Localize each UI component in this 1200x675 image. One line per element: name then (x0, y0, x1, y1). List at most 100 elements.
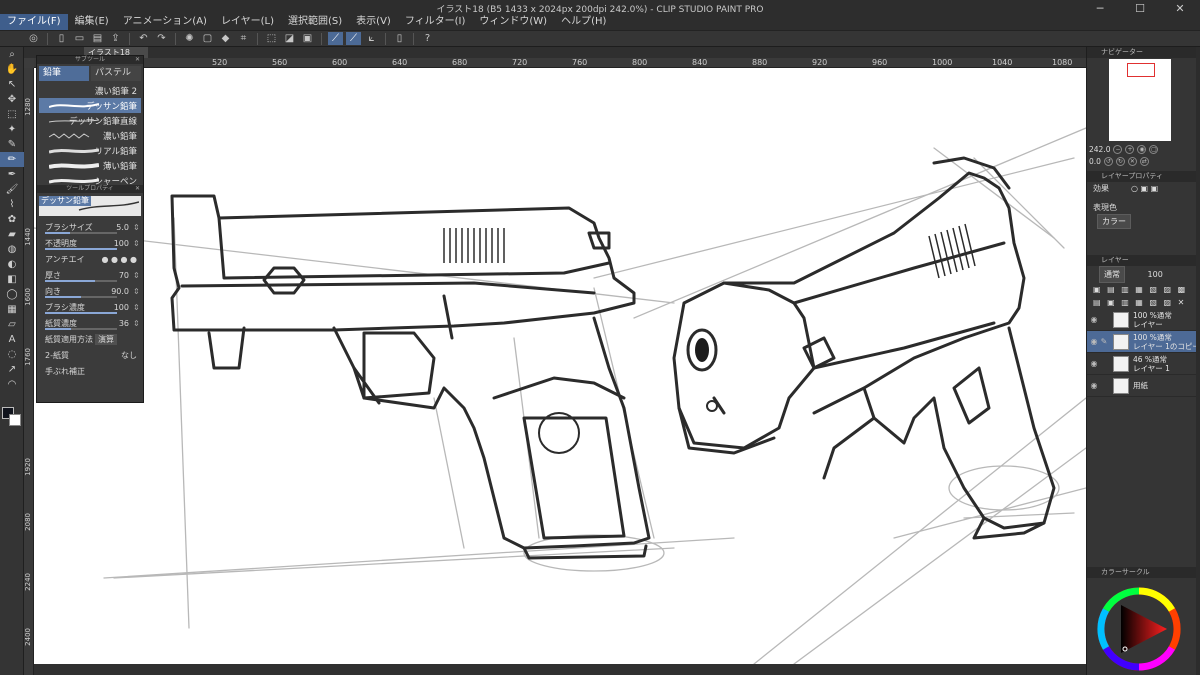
menu-edit[interactable]: 編集(E) (68, 14, 116, 30)
brush-item[interactable]: 濃い鉛筆 2 (39, 83, 141, 98)
help-icon[interactable]: ? (420, 32, 435, 45)
brush-density-slider[interactable] (45, 312, 117, 314)
spinner-icon[interactable]: ⇕ (133, 287, 141, 296)
rotate-right-icon[interactable]: ↻ (1115, 156, 1125, 166)
thickness-value[interactable]: 70 (95, 271, 133, 280)
layer-opacity-value[interactable]: 100 (1148, 270, 1163, 279)
correct-line-icon[interactable]: ↗ (0, 362, 24, 377)
frame-icon[interactable]: ▦ (0, 302, 24, 317)
zoom-icon[interactable]: ⌕ (0, 47, 24, 62)
brush-density-row[interactable]: ブラシ濃度 100 ⇕ (39, 299, 141, 315)
thickness-row[interactable]: 厚さ 70 ⇕ (39, 267, 141, 283)
brush-item[interactable]: デッサン鉛筆直線 (39, 113, 141, 128)
selection-icon[interactable]: ⬚ (0, 107, 24, 122)
visibility-icon[interactable]: ◉ (1089, 315, 1099, 324)
hand-icon[interactable]: ✋ (0, 62, 24, 77)
lasso-icon[interactable]: ◠ (0, 377, 24, 392)
decoration-icon[interactable]: ✿ (0, 212, 24, 227)
brush-item[interactable]: 濃い鉛筆 (39, 128, 141, 143)
brush-density-value[interactable]: 100 (95, 303, 133, 312)
menu-selection[interactable]: 選択範囲(S) (281, 14, 349, 30)
deselect-icon[interactable]: ⬚ (264, 32, 279, 45)
angle-value[interactable]: 0.0 (1089, 157, 1101, 166)
operation-icon[interactable]: ↖ (0, 77, 24, 92)
app-icon[interactable]: ◎ (26, 32, 41, 45)
auto-select-icon[interactable]: ✦ (0, 122, 24, 137)
gradient-icon[interactable]: ◧ (0, 272, 24, 287)
layer-row[interactable]: ◉ ✎ 100 %通常 レイヤー 1のコピー (1087, 331, 1200, 353)
menu-view[interactable]: 表示(V) (349, 14, 398, 30)
color-wheel[interactable] (1097, 587, 1181, 671)
navigator-view-frame[interactable] (1127, 63, 1155, 77)
transform-icon[interactable]: ⌗ (236, 32, 251, 45)
eraser-icon[interactable]: ▰ (0, 227, 24, 242)
visibility-icon[interactable]: ◉ (1089, 381, 1099, 390)
reset-rotate-icon[interactable]: ✕ (1127, 156, 1137, 166)
device-icon[interactable]: ▯ (392, 32, 407, 45)
brush-icon[interactable]: 🖌 (0, 182, 24, 197)
tool-property-header[interactable]: ツールプロパティ ✕ (37, 185, 143, 193)
horizontal-scrollbar[interactable] (34, 664, 1086, 675)
brush-size-value[interactable]: 5.0 (95, 223, 133, 232)
menu-file[interactable]: ファイル(F) (0, 14, 68, 30)
open-folder-icon[interactable]: ▭ (72, 32, 87, 45)
menu-help[interactable]: ヘルプ(H) (554, 14, 613, 30)
eyedropper-icon[interactable]: ✎ (0, 137, 24, 152)
loading-icon[interactable]: ✺ (182, 32, 197, 45)
fill-icon[interactable]: ◐ (0, 257, 24, 272)
panel-scrollbar[interactable] (1196, 47, 1200, 675)
blend-icon[interactable]: ◍ (0, 242, 24, 257)
layer-row[interactable]: ◉ 100 %通常 レイヤー (1087, 309, 1200, 331)
layer-property-header[interactable]: レイヤープロパティ (1087, 171, 1200, 182)
undo-icon[interactable]: ↶ (136, 32, 151, 45)
brush-size-row[interactable]: ブラシサイズ 5.0 ⇕ (39, 219, 141, 235)
paper-method-select[interactable]: 演算 (95, 333, 117, 345)
layer-header[interactable]: レイヤー (1087, 255, 1200, 266)
opacity-slider[interactable] (45, 248, 117, 250)
brush-item[interactable]: 薄い鉛筆 (39, 158, 141, 173)
ruler-icon[interactable]: ▱ (0, 317, 24, 332)
paper-density-value[interactable]: 36 (95, 319, 133, 328)
blend-mode-select[interactable]: 通常 (1099, 266, 1125, 283)
airbrush-icon[interactable]: ⌇ (0, 197, 24, 212)
menu-window[interactable]: ウィンドウ(W) (472, 14, 554, 30)
expression-select[interactable]: カラー (1097, 214, 1131, 229)
direction-row[interactable]: 向き 90.0 ⇕ (39, 283, 141, 299)
thickness-slider[interactable] (45, 280, 117, 282)
new-file-icon[interactable]: ▯ (54, 32, 69, 45)
clear-icon[interactable]: ▢ (200, 32, 215, 45)
menu-animation[interactable]: アニメーション(A) (116, 14, 214, 30)
spinner-icon[interactable]: ⇕ (133, 223, 141, 232)
zoom-value[interactable]: 242.0 (1089, 145, 1110, 154)
spinner-icon[interactable]: ⇕ (133, 303, 141, 312)
direction-value[interactable]: 90.0 (95, 287, 133, 296)
zoom-out-icon[interactable]: − (1113, 144, 1123, 154)
crop-icon[interactable]: ▣ (300, 32, 315, 45)
brush-size-slider[interactable] (45, 232, 117, 234)
actual-size-icon[interactable]: ▢ (1149, 144, 1159, 154)
redo-icon[interactable]: ↷ (154, 32, 169, 45)
menu-filter[interactable]: フィルター(I) (398, 14, 473, 30)
fit-icon[interactable]: ◉ (1137, 144, 1147, 154)
visibility-icon[interactable]: ◉ (1089, 359, 1099, 368)
text-icon[interactable]: A (0, 332, 24, 347)
spinner-icon[interactable]: ⇕ (133, 319, 141, 328)
export-icon[interactable]: ⇪ (108, 32, 123, 45)
brush-item[interactable]: リアル鉛筆 (39, 143, 141, 158)
anti-alias-options[interactable]: ● ● ● ● (95, 255, 141, 264)
brush-item[interactable]: デッサン鉛筆 (39, 98, 141, 113)
drawing-canvas[interactable] (34, 68, 1086, 664)
flip-icon[interactable]: ⇄ (1139, 156, 1149, 166)
spinner-icon[interactable]: ⇕ (133, 271, 141, 280)
layer-row[interactable]: ◉ 46 %通常 レイヤー 1 (1087, 353, 1200, 375)
second-paper-value[interactable]: なし (95, 350, 141, 361)
tab-pencil[interactable]: 鉛筆 (39, 66, 89, 81)
stabilization-row[interactable]: 手ぶれ補正 (39, 363, 141, 379)
subtool-header[interactable]: サブツール ✕ (37, 56, 143, 64)
snap-special-ruler-icon[interactable]: ⟋ (346, 32, 361, 45)
paper-method-row[interactable]: 紙質適用方法 演算 (39, 331, 141, 347)
snap-grid-icon[interactable]: ⟀ (364, 32, 379, 45)
save-icon[interactable]: ▤ (90, 32, 105, 45)
palette-close-icon[interactable]: ✕ (135, 185, 140, 193)
navigator-header[interactable]: ナビゲーター (1087, 47, 1200, 58)
